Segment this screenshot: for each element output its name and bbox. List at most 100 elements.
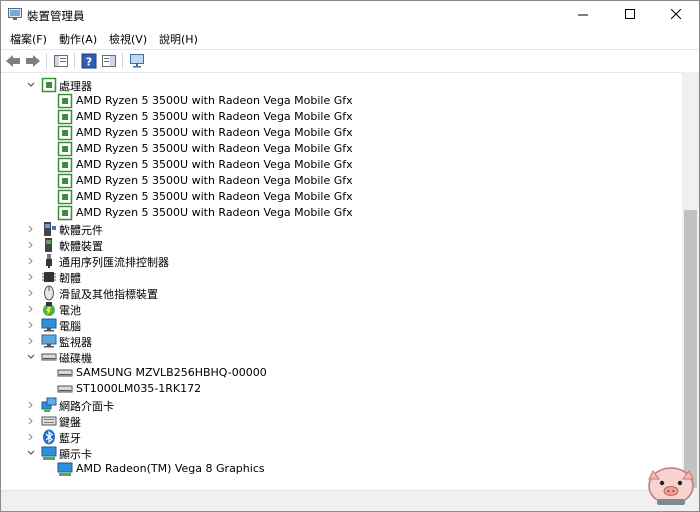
tree-node-label: 電腦 [59, 320, 81, 333]
scan-hardware-monitor-icon[interactable] [129, 53, 145, 69]
tree-node-label: 滑鼠及其他指標裝置 [59, 288, 158, 301]
tree-node-label: 軟體裝置 [59, 240, 103, 253]
maximize-icon [625, 9, 635, 19]
tree-leaf-label: ST1000LM035-1RK172 [76, 382, 202, 395]
tree-node-label: 通用序列匯流排控制器 [59, 256, 169, 269]
battery-icon [43, 302, 55, 316]
title-bar[interactable]: 裝置管理員 [1, 1, 699, 29]
tree-leaf-processor[interactable]: AMD Ryzen 5 3500U with Radeon Vega Mobil… [1, 109, 661, 125]
tree-node-monitors[interactable]: 監視器 [1, 333, 661, 349]
display-adapter-icon [41, 446, 57, 460]
close-button[interactable] [654, 1, 699, 29]
chevron-right-icon[interactable] [26, 223, 36, 235]
keyboard-icon [41, 416, 57, 426]
disk-drive-icon [41, 353, 57, 361]
toolbar-separator [122, 53, 123, 69]
device-manager-window: 裝置管理員 檔案(F) 動作(A) 檢視(V) 說明(H) ? 處理器 AMD … [0, 0, 700, 512]
tree-node-batteries[interactable]: 電池 [1, 301, 661, 317]
tree-node-label: 韌體 [59, 272, 81, 285]
chevron-right-icon[interactable] [26, 287, 36, 299]
menu-action[interactable]: 動作(A) [59, 31, 97, 47]
tree-leaf-processor[interactable]: AMD Ryzen 5 3500U with Radeon Vega Mobil… [1, 141, 661, 157]
forward-arrow-icon[interactable] [25, 53, 41, 69]
maximize-button[interactable] [608, 1, 654, 29]
chevron-right-icon[interactable] [26, 431, 36, 443]
processor-icon [57, 109, 73, 125]
tree-node-software-components[interactable]: 軟體元件 [1, 221, 661, 237]
tree-leaf-disk[interactable]: ST1000LM035-1RK172 [1, 381, 661, 397]
tree-node-firmware[interactable]: 韌體 [1, 269, 661, 285]
vertical-scrollbar[interactable] [682, 72, 699, 490]
tree-node-display-adapters[interactable]: 顯示卡 [1, 445, 661, 461]
chevron-right-icon[interactable] [26, 415, 36, 427]
help-icon[interactable]: ? [81, 53, 97, 69]
chevron-right-icon[interactable] [26, 319, 36, 331]
chevron-right-icon[interactable] [26, 271, 36, 283]
chevron-right-icon[interactable] [26, 335, 36, 347]
processor-icon [57, 93, 73, 109]
disk-drive-icon [57, 385, 73, 393]
tree-leaf-processor[interactable]: AMD Ryzen 5 3500U with Radeon Vega Mobil… [1, 205, 661, 221]
tree-leaf-label: AMD Ryzen 5 3500U with Radeon Vega Mobil… [76, 126, 353, 139]
tree-leaf-processor[interactable]: AMD Ryzen 5 3500U with Radeon Vega Mobil… [1, 157, 661, 173]
back-arrow-icon[interactable] [5, 53, 21, 69]
tree-leaf-processor[interactable]: AMD Ryzen 5 3500U with Radeon Vega Mobil… [1, 173, 661, 189]
tree-node-bluetooth[interactable]: 藍牙 [1, 429, 661, 445]
chevron-down-icon[interactable] [26, 447, 36, 459]
chevron-right-icon[interactable] [26, 239, 36, 251]
tree-leaf-label: AMD Ryzen 5 3500U with Radeon Vega Mobil… [76, 142, 353, 155]
toolbar: ? [1, 49, 699, 73]
mouse-icon [44, 285, 54, 301]
tree-node-label: 電池 [59, 304, 81, 317]
tree-node-usb-controllers[interactable]: 通用序列匯流排控制器 [1, 253, 661, 269]
tree-leaf-processor[interactable]: AMD Ryzen 5 3500U with Radeon Vega Mobil… [1, 93, 661, 109]
menu-file[interactable]: 檔案(F) [10, 31, 47, 47]
tree-node-label: 鍵盤 [59, 416, 81, 429]
usb-icon [46, 254, 52, 268]
pig-mascot-watermark [648, 467, 694, 505]
tree-node-network-adapters[interactable]: 網路介面卡 [1, 397, 661, 413]
window-title: 裝置管理員 [27, 9, 85, 23]
firmware-chip-icon [42, 272, 56, 282]
tree-node-disk-drives[interactable]: 磁碟機 [1, 349, 661, 365]
tree-node-label: 處理器 [59, 80, 92, 93]
processor-icon [57, 157, 73, 173]
show-hide-console-tree-icon[interactable] [53, 53, 69, 69]
menu-view[interactable]: 檢視(V) [109, 31, 147, 47]
processor-icon [57, 141, 73, 157]
minimize-button[interactable] [561, 1, 607, 29]
tree-node-label: 藍牙 [59, 432, 81, 445]
tree-node-keyboards[interactable]: 鍵盤 [1, 413, 661, 429]
properties-pane-icon[interactable] [101, 53, 117, 69]
toolbar-separator [46, 53, 47, 69]
tree-leaf-label: AMD Ryzen 5 3500U with Radeon Vega Mobil… [76, 174, 353, 187]
chevron-down-icon[interactable] [26, 351, 36, 363]
horizontal-scrollbar[interactable] [1, 490, 699, 511]
tree-node-mice[interactable]: 滑鼠及其他指標裝置 [1, 285, 661, 301]
menu-bar: 檔案(F) 動作(A) 檢視(V) 說明(H) [1, 29, 699, 48]
tree-leaf-processor[interactable]: AMD Ryzen 5 3500U with Radeon Vega Mobil… [1, 189, 661, 205]
tree-leaf-disk[interactable]: SAMSUNG MZVLB256HBHQ-00000 [1, 365, 661, 381]
tree-node-computer[interactable]: 電腦 [1, 317, 661, 333]
vertical-scrollbar-thumb[interactable] [684, 210, 697, 488]
tree-node-label: 軟體元件 [59, 224, 103, 237]
tree-leaf-label: AMD Ryzen 5 3500U with Radeon Vega Mobil… [76, 190, 353, 203]
display-adapter-icon [57, 462, 73, 476]
device-tree: 處理器 AMD Ryzen 5 3500U with Radeon Vega M… [1, 72, 681, 490]
chevron-down-icon[interactable] [26, 79, 36, 91]
software-component-icon [44, 222, 56, 236]
chevron-right-icon[interactable] [26, 255, 36, 267]
computer-icon [41, 318, 57, 332]
menu-help[interactable]: 說明(H) [159, 31, 198, 47]
toolbar-separator [74, 53, 75, 69]
bluetooth-icon [43, 429, 55, 445]
tree-leaf-display-adapter[interactable]: AMD Radeon(TM) Vega 8 Graphics [1, 461, 661, 477]
chevron-right-icon[interactable] [26, 303, 36, 315]
tree-leaf-label: AMD Ryzen 5 3500U with Radeon Vega Mobil… [76, 110, 353, 123]
software-device-icon [45, 238, 52, 252]
tree-node-processors[interactable]: 處理器 [1, 77, 661, 93]
tree-node-software-devices[interactable]: 軟體裝置 [1, 237, 661, 253]
tree-leaf-processor[interactable]: AMD Ryzen 5 3500U with Radeon Vega Mobil… [1, 125, 661, 141]
processor-icon [57, 205, 73, 221]
chevron-right-icon[interactable] [26, 399, 36, 411]
